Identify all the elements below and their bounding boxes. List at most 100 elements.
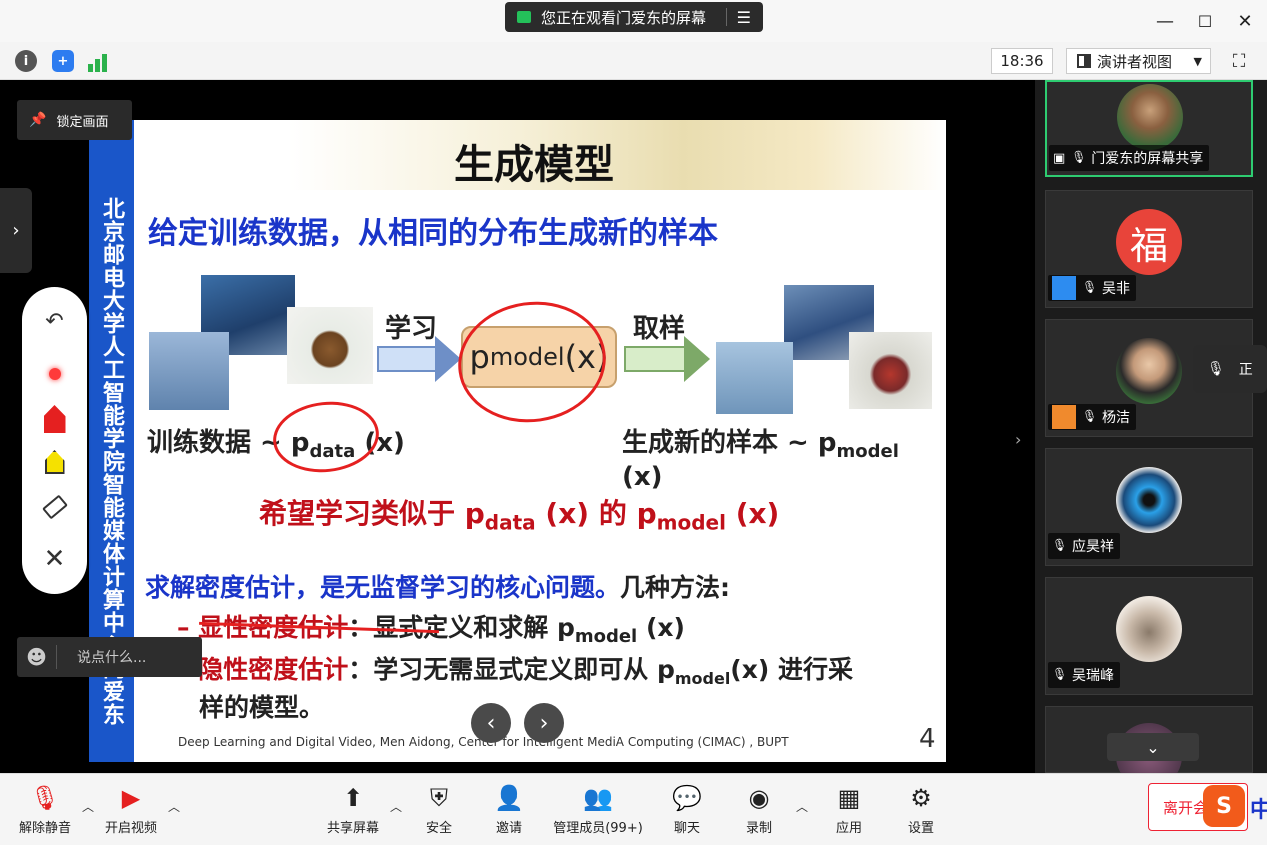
participant-tile[interactable]: ▣ 🎙 门爱东的屏幕共享 xyxy=(1045,80,1253,177)
floating-mute-popup[interactable]: 🎙 正 xyxy=(1193,345,1267,393)
b2-black: ：学习无需显式定义即可从 p xyxy=(348,655,675,684)
training-image-bird xyxy=(287,307,373,384)
user-icon xyxy=(1052,276,1076,300)
avatar xyxy=(1116,467,1182,533)
security-label: 安全 xyxy=(425,821,452,836)
banner-text: 您正在观看门爱东的屏幕 xyxy=(541,8,707,27)
sample-label: 取样 xyxy=(633,314,686,344)
ime-mode-indicator[interactable]: 中 xyxy=(1250,792,1267,824)
unmute-button[interactable]: 🎙 解除静音 xyxy=(14,780,76,836)
density-line: 求解密度估计，是无监督学习的核心问题。几种方法: xyxy=(145,568,730,604)
hope-c: (x) xyxy=(725,497,780,530)
lock-screen-button[interactable]: 📌 锁定画面 xyxy=(17,100,132,140)
mic-muted-icon: 🎙 xyxy=(1052,538,1068,552)
generated-label: 生成新的样本 ~ pmodel (x) xyxy=(622,422,946,492)
chat-input[interactable]: ☻ 说点什么... xyxy=(17,637,202,677)
manage-label: 管理成员(99+) xyxy=(553,821,643,836)
participant-name: 吴瑞峰 xyxy=(1072,668,1114,684)
chevron-down-icon: ▼ xyxy=(1193,54,1202,68)
laser-pointer-icon[interactable] xyxy=(22,354,87,394)
close-icon[interactable]: ✕ xyxy=(22,539,87,579)
share-options-caret[interactable]: ︿ xyxy=(390,798,402,815)
microphone-icon: 🎙 xyxy=(1071,150,1087,164)
info-icon[interactable]: i xyxy=(15,50,37,72)
meeting-clock: 18:36 xyxy=(991,48,1053,74)
sogou-ime-icon[interactable]: S xyxy=(1203,785,1245,827)
participant-tile[interactable]: 🎙 吴瑞峰 xyxy=(1045,577,1253,695)
hope-line: 希望学习类似于 pdata (x) 的 pmodel (x) xyxy=(259,492,779,535)
panel-collapse-icon[interactable]: › xyxy=(1015,430,1035,452)
side-panel-toggle[interactable]: › xyxy=(0,188,32,273)
participant-tile[interactable]: 🎙 应昊祥 xyxy=(1045,448,1253,566)
maximize-button[interactable]: ☐ xyxy=(1190,8,1220,34)
bullet-implicit: – 隐性密度估计：学习无需显式定义即可从 pmodel(x) 进行采 xyxy=(177,650,853,688)
apps-button[interactable]: ▦ 应用 xyxy=(824,780,874,836)
record-icon: ◉ xyxy=(748,784,770,812)
gear-icon: ⚙ xyxy=(910,784,932,812)
b2-x: (x) 进行采 xyxy=(730,655,853,684)
participant-name: 应昊祥 xyxy=(1072,539,1114,555)
view-mode-select[interactable]: 演讲者视图 ▼ xyxy=(1066,48,1211,74)
record-button[interactable]: ◉ 录制 xyxy=(734,780,784,836)
record-label: 录制 xyxy=(745,821,772,836)
lock-label: 锁定画面 xyxy=(56,114,109,130)
avatar xyxy=(1116,596,1182,662)
eraser-icon[interactable] xyxy=(22,487,87,527)
start-video-button[interactable]: ▶ 开启视频 xyxy=(100,780,162,836)
leave-label: 离开会 xyxy=(1163,798,1209,817)
members-icon: 👥 xyxy=(583,784,613,812)
settings-label: 设置 xyxy=(907,821,934,836)
slide-subtitle: 给定训练数据，从相同的分布生成新的样本 xyxy=(148,216,718,251)
fullscreen-icon[interactable]: ⛶ xyxy=(1226,48,1252,74)
start-video-label: 开启视频 xyxy=(104,821,157,836)
audio-options-caret[interactable]: ︿ xyxy=(82,798,94,815)
settings-button[interactable]: ⚙ 设置 xyxy=(896,780,946,836)
screen-share-banner[interactable]: 您正在观看门爱东的屏幕 ☰ xyxy=(505,2,763,32)
video-off-icon: ▶ xyxy=(121,784,141,812)
undo-icon[interactable]: ↶ xyxy=(22,301,87,341)
shield-icon[interactable]: + xyxy=(52,50,74,72)
minimize-button[interactable]: — xyxy=(1150,8,1180,34)
close-button[interactable]: ✕ xyxy=(1230,8,1260,34)
chat-button[interactable]: 💬 聊天 xyxy=(662,780,712,836)
prev-slide-button[interactable]: ‹ xyxy=(471,703,511,743)
unmute-label: 解除静音 xyxy=(18,821,71,836)
share-screen-button[interactable]: ⬆ 共享屏幕 xyxy=(322,780,384,836)
record-options-caret[interactable]: ︿ xyxy=(796,798,808,815)
emoji-icon[interactable]: ☻ xyxy=(17,645,57,669)
chat-placeholder: 说点什么... xyxy=(77,650,147,666)
b2-sub: model xyxy=(674,669,731,688)
camera-icon xyxy=(517,11,531,23)
participant-name: 杨洁 xyxy=(1102,410,1130,426)
participant-name: 门爱东的屏幕共享 xyxy=(1091,151,1204,167)
gen-label-sub: model xyxy=(836,441,899,463)
share-screen-label: 共享屏幕 xyxy=(326,821,379,836)
slide-title: 生成模型 xyxy=(454,142,614,188)
signal-icon[interactable] xyxy=(88,50,112,72)
video-options-caret[interactable]: ︿ xyxy=(168,798,180,815)
hope-sub2: model xyxy=(656,510,726,535)
pin-icon: 📌 xyxy=(29,112,47,128)
manage-members-button[interactable]: 👥 管理成员(99+) xyxy=(548,780,648,836)
gen-label-text: 生成新的样本 ~ p xyxy=(622,428,837,458)
annotation-circle-2 xyxy=(269,396,383,478)
annotation-circle xyxy=(450,292,614,432)
security-button[interactable]: ⛨ 安全 xyxy=(414,780,464,836)
pen-icon[interactable] xyxy=(22,399,87,439)
next-slide-button[interactable]: › xyxy=(524,703,564,743)
density-blue: 求解密度估计，是无监督学习的核心问题。 xyxy=(145,573,621,602)
mic-muted-icon: 🎙 xyxy=(1082,409,1098,423)
participant-tile[interactable]: 福 🎙 吴非 xyxy=(1045,190,1253,308)
presentation-slide: 北京邮电大学人工智能学院智能媒体计算中心门爱东 生成模型 给定训练数据，从相同的… xyxy=(89,120,946,762)
annotation-toolbar: ↶ ✕ xyxy=(22,287,87,594)
menu-icon[interactable]: ☰ xyxy=(737,8,751,27)
sample-arrow-head xyxy=(684,336,710,382)
sample-arrow xyxy=(624,346,686,372)
bullet-implicit-line2: 样的模型。 xyxy=(199,693,325,722)
invite-button[interactable]: 👤 邀请 xyxy=(484,780,534,836)
b1-x: (x) xyxy=(637,613,685,642)
highlighter-icon[interactable] xyxy=(22,442,87,482)
floating-label: 正 xyxy=(1238,362,1253,378)
scroll-down-button[interactable]: ⌄ xyxy=(1107,733,1199,761)
b2-red: 隐性密度估计 xyxy=(198,655,349,684)
